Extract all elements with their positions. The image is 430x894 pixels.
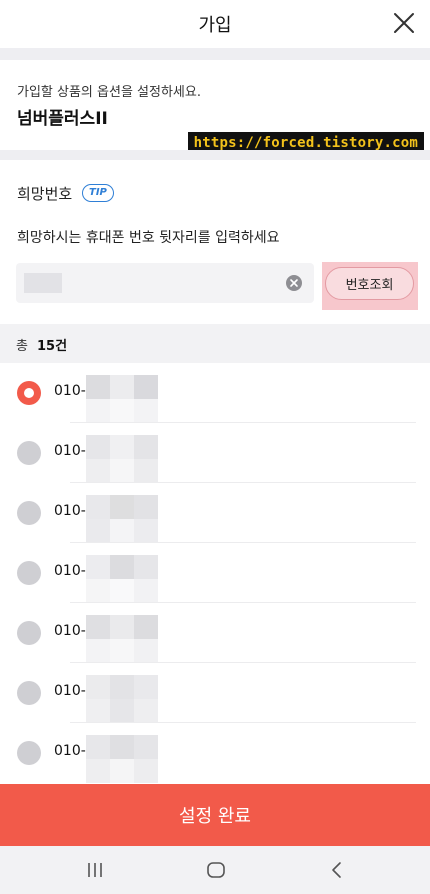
number-list: 010- 010- 010- 010- 010- 010- 010- [0,363,430,784]
masked-input-value [24,273,62,293]
radio-unselected-icon[interactable] [17,681,41,705]
wish-number-section: 희망번호 TIP 희망하시는 휴대폰 번호 뒷자리를 입력하세요 번호조회 [0,160,430,324]
product-subtitle: 가입할 상품의 옵션을 설정하세요. [17,85,201,100]
masked-number [86,495,158,543]
total-label: 총 [16,339,28,354]
radio-unselected-icon[interactable] [17,621,41,645]
wish-number-label: 희망번호 [17,185,73,203]
page-title: 가입 [198,15,232,36]
system-nav-bar [0,846,430,894]
radio-unselected-icon[interactable] [17,441,41,465]
number-option[interactable]: 010- [0,663,430,723]
number-search-button[interactable]: 번호조회 [325,267,414,300]
total-count: 15건 [37,339,68,354]
product-section: 가입할 상품의 옵션을 설정하세요. 넘버플러스II https://force… [0,60,430,155]
masked-number [86,375,158,423]
section-divider [0,48,430,60]
number-prefix: 010- [54,683,86,699]
close-icon[interactable] [390,9,418,37]
back-icon[interactable] [326,860,348,880]
number-prefix: 010- [54,623,86,639]
number-prefix: 010- [54,443,86,459]
home-icon[interactable] [205,860,227,880]
recent-apps-icon[interactable] [84,860,106,880]
number-prefix: 010- [54,563,86,579]
tip-badge[interactable]: TIP [82,184,114,202]
number-prefix: 010- [54,383,86,399]
submit-button[interactable]: 설정 완료 [0,784,430,846]
number-option[interactable]: 010- [0,363,430,423]
header: 가입 [0,0,430,48]
masked-number [86,555,158,603]
result-count-bar: 총 15건 [0,324,430,363]
number-prefix: 010- [54,503,86,519]
number-prefix: 010- [54,743,86,759]
number-option[interactable]: 010- [0,423,430,483]
number-option[interactable]: 010- [0,723,430,783]
wish-number-help: 희망하시는 휴대폰 번호 뒷자리를 입력하세요 [17,230,280,246]
masked-number [86,615,158,663]
masked-number [86,435,158,483]
number-option[interactable]: 010- [0,603,430,663]
radio-unselected-icon[interactable] [17,561,41,585]
masked-number [86,675,158,723]
clear-icon[interactable] [286,275,302,291]
product-name: 넘버플러스II [17,109,108,129]
number-option[interactable]: 010- [0,483,430,543]
section-divider [0,150,430,160]
number-option[interactable]: 010- [0,543,430,603]
masked-number [86,735,158,783]
radio-unselected-icon[interactable] [17,741,41,765]
wish-number-input[interactable] [16,263,314,303]
radio-unselected-icon[interactable] [17,501,41,525]
radio-selected-icon[interactable] [17,381,41,405]
